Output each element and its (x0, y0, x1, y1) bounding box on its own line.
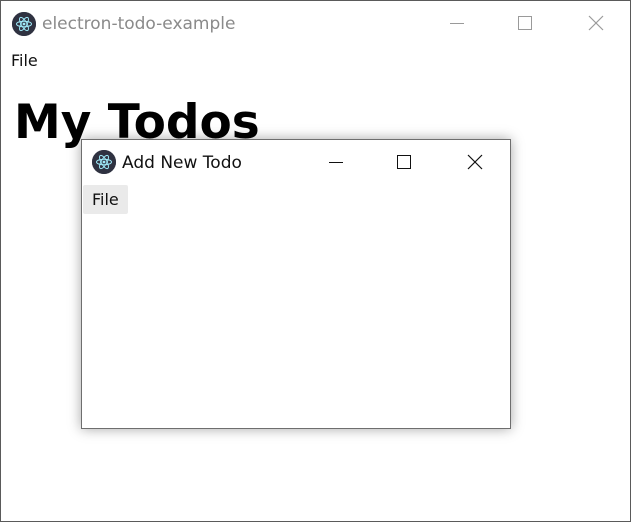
main-titlebar[interactable]: electron-todo-example (1, 1, 630, 45)
electron-icon (92, 150, 116, 174)
close-button[interactable] (452, 146, 498, 178)
menu-file[interactable]: File (3, 48, 46, 73)
close-icon (588, 15, 604, 31)
window-title: Add New Todo (122, 153, 242, 173)
window-title: electron-todo-example (42, 14, 236, 34)
close-icon (467, 154, 483, 170)
maximize-icon (397, 155, 411, 169)
minimize-icon (329, 162, 343, 163)
child-titlebar[interactable]: Add New Todo (82, 140, 510, 184)
minimize-button[interactable] (313, 146, 359, 178)
minimize-icon (450, 23, 464, 24)
maximize-button[interactable] (502, 7, 548, 39)
menu-file[interactable]: File (83, 185, 128, 214)
main-menubar: File (1, 48, 630, 72)
maximize-button[interactable] (381, 146, 427, 178)
electron-icon (12, 12, 36, 36)
child-content-area (82, 214, 510, 428)
maximize-icon (518, 16, 532, 30)
minimize-button[interactable] (434, 7, 480, 39)
add-todo-window: Add New Todo File (81, 139, 511, 429)
child-menubar: File (82, 185, 510, 214)
close-button[interactable] (573, 7, 619, 39)
